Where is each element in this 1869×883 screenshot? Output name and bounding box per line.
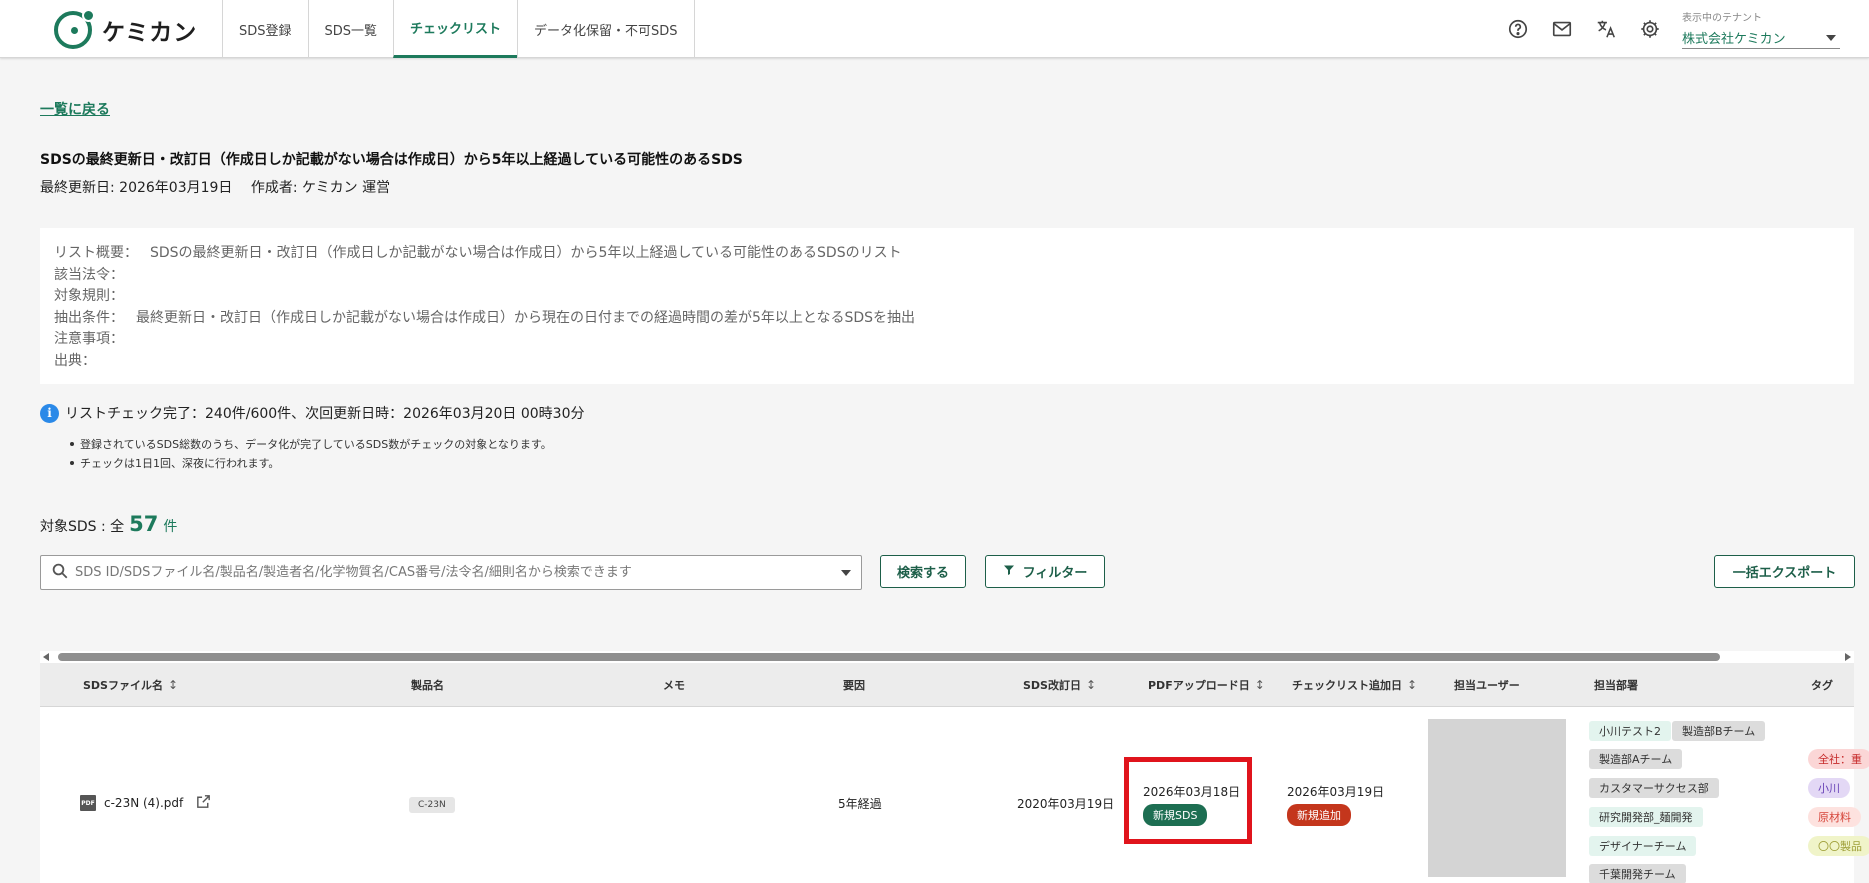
col-header-tags: タグ (1811, 679, 1833, 692)
col-header-reason: 要因 (843, 679, 865, 692)
department-tag: 製造部Bチーム (1672, 721, 1766, 741)
col-header-added-date[interactable]: チェックリスト追加日 ↕ (1292, 663, 1417, 707)
tag-pill: 〇〇製品 (1808, 836, 1869, 856)
app-header: ケミカン SDS登録 SDS一覧 チェックリスト データ化保留・不可SDS 表示… (0, 0, 1869, 58)
col-header-product: 製品名 (411, 679, 444, 692)
chevron-down-icon[interactable] (841, 569, 851, 576)
tab-sds-list[interactable]: SDS一覧 (307, 0, 394, 58)
summary-row-overview: リスト概要： SDSの最終更新日・改訂日（作成日しか記載がない場合は作成日）から5… (54, 245, 902, 261)
filter-button[interactable]: フィルター (985, 555, 1105, 588)
logo-text: ケミカン (102, 20, 198, 46)
reason-cell: 5年経過 (838, 797, 882, 811)
department-tag: カスタマーサクセス部 (1589, 778, 1719, 798)
search-box[interactable] (40, 555, 862, 590)
department-tag: 研究開発部_麺開発 (1589, 807, 1703, 827)
tag-pill: 原材料 (1808, 807, 1861, 827)
gear-icon[interactable] (1637, 16, 1663, 42)
open-external-icon[interactable] (183, 793, 212, 813)
search-input[interactable] (75, 557, 841, 588)
translate-icon[interactable] (1593, 16, 1619, 42)
author: 作成者: ケミカン 運営 (250, 180, 391, 196)
scroll-left-icon[interactable] (43, 653, 49, 661)
sort-icon[interactable]: ↕ (1255, 678, 1265, 692)
tenant-selector[interactable]: 表示中のテナント 株式会社ケミカン (1682, 9, 1840, 49)
count-prefix: 対象SDS : 全 (40, 519, 125, 535)
scroll-right-icon[interactable] (1845, 653, 1851, 661)
last-updated: 最終更新日: 2026年03月19日 (40, 180, 233, 196)
tag-pill: 全社：重 (1808, 749, 1869, 769)
list-summary-panel: リスト概要： SDSの最終更新日・改訂日（作成日しか記載がない場合は作成日）から5… (40, 228, 1854, 384)
sort-icon[interactable]: ↕ (1086, 678, 1096, 692)
filter-button-label: フィルター (1022, 566, 1088, 581)
tenant-value: 株式会社ケミカン (1682, 32, 1786, 47)
summary-row-rule: 対象規則： (54, 288, 124, 305)
scroll-thumb[interactable] (58, 653, 1720, 661)
notice-bullet: 登録されているSDS総数のうち、データ化が完了しているSDS数がチェックの対象と… (70, 436, 552, 455)
table-header: SDSファイル名 ↕ 製品名 メモ 要因 SDS改訂日 ↕ PDFアップロード日 ↕ … (40, 663, 1854, 707)
upload-date-highlight-box (1124, 757, 1252, 844)
user-avatar-placeholder (1428, 719, 1566, 877)
col-header-revision-date[interactable]: SDS改訂日 ↕ (1023, 663, 1096, 707)
bulk-export-button[interactable]: 一括エクスポート (1714, 555, 1855, 588)
department-tag: 製造部Aチーム (1589, 749, 1683, 769)
info-icon: i (40, 403, 59, 423)
main-nav: SDS登録 SDS一覧 チェックリスト データ化保留・不可SDS (222, 0, 695, 58)
sort-icon[interactable]: ↕ (168, 678, 178, 692)
tenant-caption: 表示中のテナント (1682, 13, 1762, 24)
file-name-cell: PDF c-23N (4).pdf (80, 793, 212, 813)
check-status-notice: i リストチェック完了：240件/600件、次回更新日時：2026年03月20日… (40, 403, 585, 423)
list-meta: 最終更新日: 2026年03月19日 作成者: ケミカン 運営 (40, 177, 390, 197)
pdf-file-icon: PDF (80, 795, 96, 811)
department-tag: デザイナーチーム (1589, 836, 1697, 856)
count-number: 57 (129, 512, 159, 536)
summary-row-source: 出典： (54, 352, 96, 369)
header-icons (1505, 16, 1663, 42)
search-button[interactable]: 検索する (880, 555, 966, 588)
revision-date-cell: 2020年03月19日 (1017, 797, 1115, 811)
page-title: SDSの最終更新日・改訂日（作成日しか記載がない場合は作成日）から5年以上経過し… (40, 152, 743, 168)
search-icon (51, 562, 69, 584)
summary-row-notes: 注意事項： (54, 331, 124, 348)
mail-icon[interactable] (1549, 16, 1575, 42)
summary-row-condition: 抽出条件： 最終更新日・改訂日（作成日しか記載がない場合は作成日）から現在の日付ま… (54, 309, 916, 326)
help-icon[interactable] (1505, 16, 1531, 42)
check-status-text: リストチェック完了：240件/600件、次回更新日時：2026年03月20日 0… (65, 406, 585, 422)
col-header-upload-date[interactable]: PDFアップロード日 ↕ (1148, 663, 1265, 707)
file-name-link[interactable]: c-23N (4).pdf (104, 796, 183, 810)
department-tag: 小川テスト2 (1589, 721, 1671, 741)
col-header-user: 担当ユーザー (1454, 679, 1520, 692)
notice-bullets: 登録されているSDS総数のうち、データ化が完了しているSDS数がチェックの対象と… (70, 436, 552, 474)
sort-icon[interactable]: ↕ (1407, 678, 1417, 692)
logo[interactable]: ケミカン (54, 9, 198, 50)
department-tag: 千葉開発チーム (1589, 864, 1686, 883)
back-to-list-link[interactable]: 一覧に戻る (40, 99, 110, 119)
new-added-badge: 新規追加 (1287, 804, 1351, 826)
tab-checklist[interactable]: チェックリスト (393, 0, 518, 58)
notice-bullet: チェックは1日1回、深夜に行われます。 (70, 455, 552, 474)
horizontal-scrollbar[interactable] (40, 651, 1854, 663)
filter-icon (1003, 564, 1015, 580)
logo-mark-icon (54, 9, 95, 49)
product-tag: C-23N (409, 797, 455, 813)
product-cell: C-23N (409, 797, 455, 813)
added-date: 2026年03月19日 (1287, 785, 1385, 799)
table-row[interactable]: PDF c-23N (4).pdf C-23N 5年経過 2020年03月19日… (40, 707, 1869, 883)
added-date-cell: 2026年03月19日 新規追加 (1287, 783, 1384, 826)
col-header-memo: メモ (663, 679, 685, 692)
tenant-select[interactable]: 株式会社ケミカン (1682, 27, 1840, 49)
col-header-department: 担当部署 (1594, 679, 1638, 692)
target-count: 対象SDS : 全 57 件 (40, 512, 177, 536)
count-suffix: 件 (163, 519, 178, 535)
chevron-down-icon (1826, 34, 1836, 41)
col-header-file-name[interactable]: SDSファイル名 ↕ (83, 663, 178, 707)
summary-row-law: 該当法令： (54, 266, 124, 283)
tab-sds-register[interactable]: SDS登録 (222, 0, 308, 58)
tab-pending-sds[interactable]: データ化保留・不可SDS (517, 0, 695, 58)
tag-pill: 小川 (1808, 778, 1850, 798)
